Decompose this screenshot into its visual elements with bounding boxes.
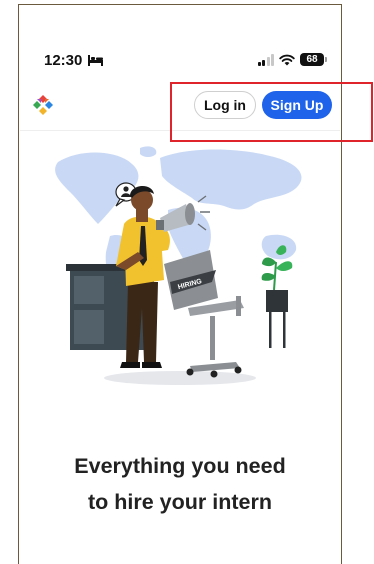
headline-line-2: to hire your intern [88,490,272,514]
office-chair: HIRING [164,250,244,378]
highlight-annotation-box [170,82,373,142]
bed-icon [88,55,103,66]
app-logo-icon[interactable] [32,94,54,116]
hiring-illustration: HIRING [55,146,302,385]
status-right: 68 [257,53,327,66]
hero-headline: Everything you need to hire your intern [20,448,340,520]
floor-shadow [104,371,256,385]
battery-icon: 68 [300,53,327,66]
cellular-signal-icon [257,53,274,66]
potted-plant [261,245,293,348]
headline-line-1: Everything you need [74,454,286,478]
status-bar: 12:30 68 [20,52,340,72]
status-time: 12:30 [44,52,83,69]
wifi-icon [279,54,295,65]
